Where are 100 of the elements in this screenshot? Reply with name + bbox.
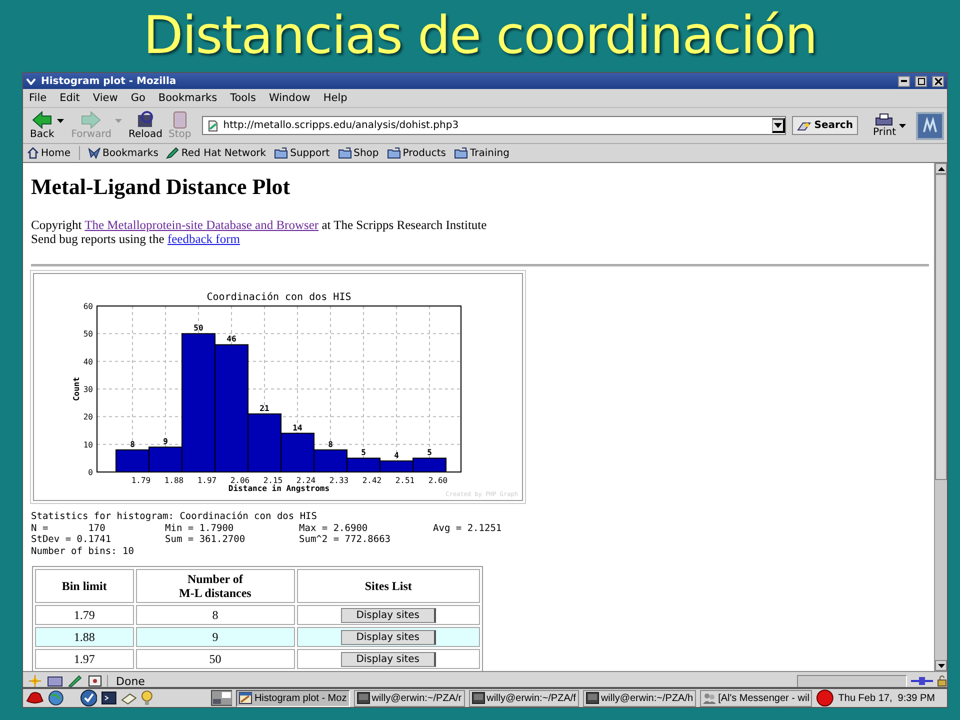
table-cell: 1.88 [35,627,134,647]
hat-icon[interactable] [26,691,44,705]
pen-icon [166,147,180,159]
terminal-icon[interactable] [101,691,118,705]
print-button[interactable]: Print [870,113,899,138]
url-field[interactable]: http://metallo.scripps.edu/analysis/dohist.php3 [202,116,786,135]
browser-window-icon [239,692,252,704]
database-link[interactable]: The Metalloprotein-site Database and Browser [84,218,319,232]
back-arrow-icon [31,111,54,129]
scroll-up-arrow-icon[interactable] [938,166,944,170]
bar-value-label: 14 [292,423,302,432]
table-cell: 1.79 [35,605,134,625]
page-heading: Metal-Ligand Distance Plot [31,174,292,200]
back-button[interactable]: Back [27,111,58,140]
bookmark-link[interactable]: Shop [338,147,379,159]
slide-title: Distancias de coordinación [143,6,817,66]
histogram-bar [380,460,414,472]
circle-icon[interactable] [816,689,834,707]
taskbar-button[interactable]: Histogram plot - Moz [236,690,350,706]
menu-item[interactable]: Go [130,92,146,104]
y-tick-label: 50 [83,330,93,339]
taskbar-button[interactable]: willy@erwin:~/PZA/r [354,690,465,706]
menu-item[interactable]: Help [323,92,348,104]
menu-item[interactable]: File [29,92,47,104]
folder-icon [454,147,468,159]
dropdown-caret-icon[interactable] [899,124,906,128]
bar-value-label: 46 [226,334,236,344]
search-button[interactable]: Search [792,116,858,135]
forward-arrow-icon [80,111,102,129]
scroll-down-arrow-icon[interactable] [938,664,944,668]
page-icon [207,120,220,132]
bug-report-text: Send bug reports using the feedback form [31,232,241,246]
table-cell: 1.97 [35,649,134,669]
statistic-value: Min = 1.7900 [165,522,235,534]
dropdown-caret-icon[interactable] [57,118,64,122]
x-axis-title: Distance in Angstroms [228,484,330,493]
people-icon [703,692,716,704]
feedback-link[interactable]: feedback form [167,232,240,246]
statistic-value: Sum = 361.2700 [165,534,246,546]
bar-value-label: 5 [361,448,366,458]
folder-icon [338,147,352,159]
bookmark-link[interactable]: Support [274,147,330,159]
bookmark-link[interactable]: Home [27,147,71,159]
statistic-value: StDev = 0.1741 [31,534,112,546]
globe-icon[interactable] [48,690,64,706]
search-icon [797,120,812,130]
menu-item[interactable]: Tools [230,92,256,104]
scrollbar-thumb[interactable] [935,174,947,480]
terminal-icon [356,692,370,704]
taskbar-button[interactable]: [Al's Messenger - wil [700,690,812,706]
y-axis-title: Count [72,376,81,402]
display-sites-button[interactable]: Display sites [341,652,436,666]
x-tick-label: 2.51 [395,476,415,485]
close-button[interactable] [932,76,944,86]
menu-item[interactable]: Window [268,92,310,104]
window-title: Histogram plot - Mozilla [41,76,178,86]
x-tick-label: 2.06 [230,476,250,485]
lightbulb-icon[interactable] [141,690,154,706]
menu-item[interactable]: View [92,92,118,104]
statistic-value: Max = 2.6900 [299,522,369,534]
scrollbar[interactable] [934,163,947,671]
caret-icon [774,123,782,128]
bar-value-label: 9 [163,437,168,446]
bookmark-link[interactable]: Red Hat Network [166,147,266,159]
bookmark-link[interactable]: Training [454,147,510,159]
bookmark-link[interactable]: Bookmarks [88,147,158,159]
window-menu-caret-icon[interactable] [26,78,36,84]
minimize-button[interactable] [898,76,910,86]
reload-button[interactable]: Reload [126,111,166,140]
padlock-icon [937,675,947,687]
bin-count-text: Number of bins: 10 [31,546,135,557]
taskbar-button[interactable]: willy@erwin:~/PZA/f [468,690,579,706]
bookmark-icon [88,147,101,159]
checkmark-icon[interactable] [80,689,98,707]
menu-item[interactable]: Bookmarks [158,92,218,104]
display-sites-button[interactable]: Display sites [341,630,436,644]
x-tick-label: 2.60 [428,476,448,485]
statistic-value: Avg = 2.1251 [433,522,503,534]
bookmark-link[interactable]: Products [386,147,446,159]
connection-plug-icon [911,676,933,686]
y-tick-label: 40 [83,357,93,366]
table-cell: 9 [136,627,295,647]
menu-item[interactable]: Edit [60,92,80,104]
url-dropdown-button[interactable] [772,118,786,133]
taskbar-button[interactable]: willy@erwin:~/PZA/h [582,690,696,706]
display-sites-button[interactable]: Display sites [341,608,436,622]
y-tick-label: 30 [83,385,93,394]
close-icon [934,78,942,84]
folder-icon [386,147,401,159]
maximize-icon [918,78,924,84]
column-header: Sites List [296,569,480,603]
terminal-icon [472,692,485,704]
terminal-icon [586,692,599,704]
y-tick-label: 20 [83,412,93,422]
house-icon [27,147,39,159]
y-tick-label: 60 [83,302,93,311]
statistic-value: Sum^2 = 772.8663 [299,534,392,546]
maximize-button[interactable] [915,76,927,86]
copyright-text: Copyright The Metalloprotein-site Database and Browser at The Scripps Research Institute [31,218,488,232]
workspace-switcher-icon[interactable] [210,690,232,706]
